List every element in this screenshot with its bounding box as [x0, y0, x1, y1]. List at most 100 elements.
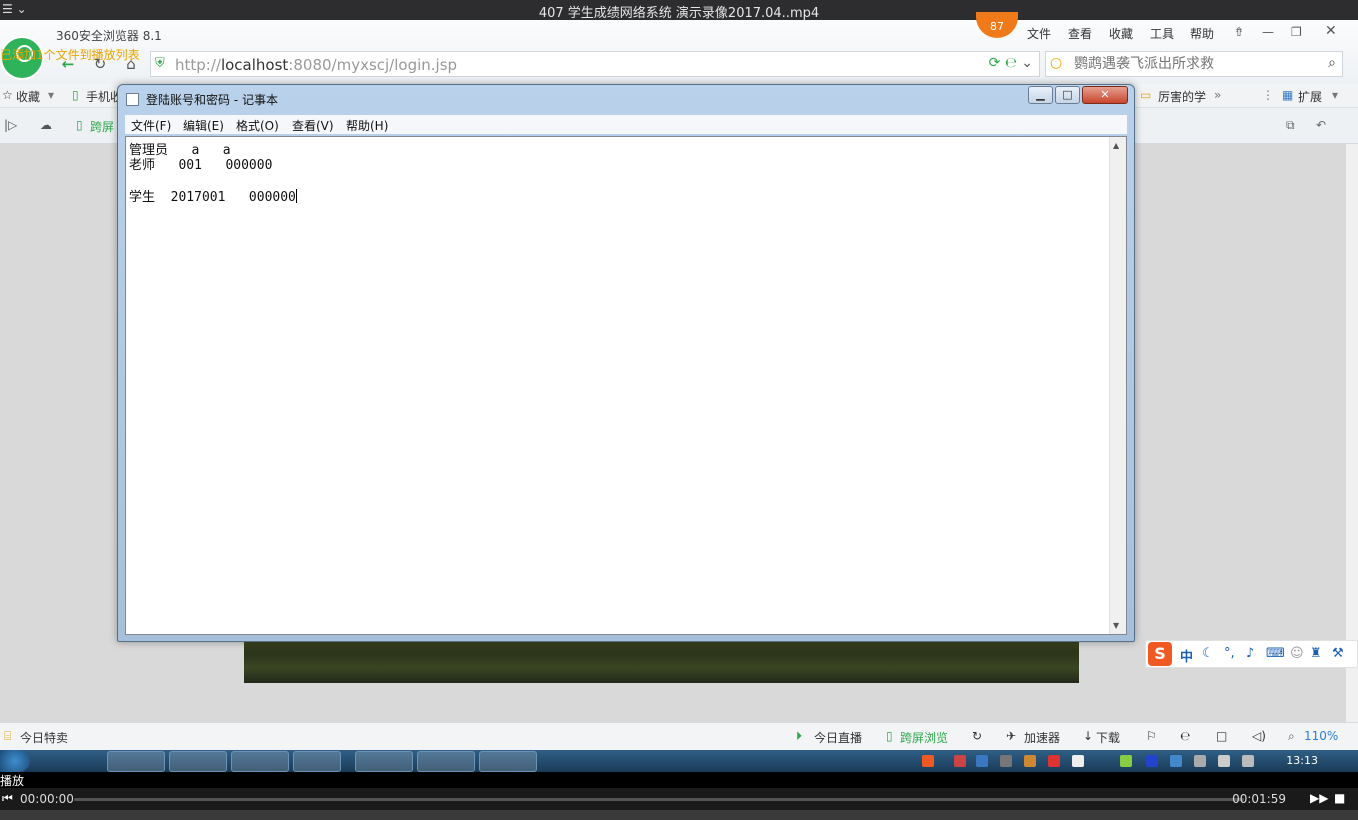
- scroll-up-icon[interactable]: ▲: [1113, 141, 1119, 150]
- back-icon[interactable]: ←: [57, 54, 79, 74]
- address-bar[interactable]: ⛨ http://localhost:8080/myxscj/login.jsp…: [150, 51, 1040, 77]
- tray-icon-6[interactable]: [1072, 755, 1084, 767]
- notepad-text-area[interactable]: 管理员 a a 老师 001 000000 学生 2017001 000000 …: [125, 136, 1127, 635]
- favorites-star-icon[interactable]: ☆: [2, 88, 13, 102]
- pin-icon[interactable]: ⇮: [1234, 25, 1244, 39]
- tray-icon-1[interactable]: [954, 755, 966, 767]
- notepad-menu-file[interactable]: 文件(F): [131, 117, 171, 134]
- player-title: 407 学生成绩网络系统 演示录像2017.04..mp4: [538, 6, 820, 21]
- tray-icon-2[interactable]: [976, 755, 988, 767]
- search-icon[interactable]: ⌕: [1328, 55, 1336, 71]
- tray-icon-8[interactable]: [1146, 755, 1158, 767]
- ie-taskbar-icon[interactable]: [44, 751, 102, 772]
- volume-icon[interactable]: [1218, 755, 1230, 767]
- extensions-chevron-icon[interactable]: ▾: [1332, 88, 1338, 102]
- phone-icon: ▯: [72, 88, 79, 102]
- minimize-icon[interactable]: —: [1262, 25, 1274, 39]
- text-line-4: 学生 2017001 000000: [129, 190, 296, 205]
- skin-icon[interactable]: ♜: [1310, 646, 1322, 661]
- cloud-icon[interactable]: ☁: [40, 118, 52, 132]
- refresh-status-icon[interactable]: ↻: [972, 729, 982, 743]
- taskbar-clock[interactable]: 13:13: [1286, 754, 1318, 767]
- prev-icon[interactable]: ⏮: [2, 791, 13, 806]
- moon-icon[interactable]: ☾: [1202, 646, 1214, 661]
- ime-mode[interactable]: 中: [1180, 646, 1193, 665]
- bookmark-favorites[interactable]: 收藏: [16, 88, 40, 105]
- tray-icon-4[interactable]: [1024, 755, 1036, 767]
- undo-close-icon[interactable]: ↶: [1316, 118, 1326, 132]
- url-text[interactable]: http://localhost:8080/myxscj/login.jsp: [175, 56, 457, 74]
- wrench-icon[interactable]: ⚒: [1332, 646, 1344, 661]
- notepad-minimize-button[interactable]: ▁: [1028, 86, 1053, 104]
- refresh-icon[interactable]: ↻: [89, 54, 111, 74]
- search-input[interactable]: [1074, 54, 1314, 74]
- home-icon[interactable]: ⌂: [120, 54, 142, 74]
- ie-icon[interactable]: ℮: [1180, 729, 1190, 743]
- flag-icon[interactable]: ⚐: [1146, 729, 1157, 743]
- tray-icon-7[interactable]: [1120, 755, 1132, 767]
- more-bookmarks-icon[interactable]: »: [1214, 88, 1221, 102]
- status-deals[interactable]: 今日特卖: [20, 729, 68, 746]
- sogou-tray-icon[interactable]: [922, 755, 934, 767]
- tab-list-icon[interactable]: ⧉: [1286, 118, 1295, 133]
- status-live[interactable]: 今日直播: [814, 729, 862, 746]
- menu-help[interactable]: 帮助: [1190, 25, 1214, 42]
- sidebar-toggle-icon[interactable]: |▷: [4, 118, 17, 132]
- menu-tools[interactable]: 工具: [1150, 25, 1174, 42]
- sound-icon[interactable]: ◁): [1252, 729, 1266, 743]
- stop-icon[interactable]: ■: [1334, 791, 1345, 805]
- tab-cross-screen[interactable]: 跨屏: [90, 118, 114, 135]
- notepad-menu-help[interactable]: 帮助(H): [346, 117, 388, 134]
- notepad-menu-view[interactable]: 查看(V): [292, 117, 334, 134]
- address-tools-icon[interactable]: ⟳ ℮ ⌄: [989, 55, 1033, 71]
- notepad-close-button[interactable]: ✕: [1082, 86, 1128, 104]
- tray-icon-9[interactable]: [1194, 755, 1206, 767]
- browser-taskbar-button[interactable]: [107, 751, 165, 772]
- qq-taskbar-button[interactable]: [293, 751, 341, 772]
- notepad-titlebar[interactable]: 登陆账号和密码 - 记事本 ▁ □ ✕: [118, 85, 1134, 113]
- page-scrollbar[interactable]: [1345, 144, 1358, 722]
- text-line-4-wrap: 学生 2017001 000000: [129, 186, 297, 205]
- extensions-button[interactable]: 扩展: [1298, 88, 1322, 105]
- keyboard-icon[interactable]: ⌨: [1266, 646, 1285, 661]
- menu-view[interactable]: 查看: [1068, 25, 1092, 42]
- notepad-maximize-button[interactable]: □: [1055, 86, 1080, 104]
- notepad-taskbar-button[interactable]: [479, 751, 537, 772]
- restore-icon[interactable]: ❐: [1291, 25, 1302, 39]
- browser-name: 360安全浏览器 8.1: [56, 29, 162, 43]
- search-box[interactable]: ○ ⌕: [1045, 51, 1343, 77]
- close-icon[interactable]: ✕: [1325, 23, 1337, 39]
- excel-taskbar-button[interactable]: [231, 751, 289, 772]
- scroll-down-icon[interactable]: ▼: [1113, 621, 1119, 630]
- notepad-title: 登陆账号和密码 - 记事本: [146, 93, 278, 107]
- window-icon[interactable]: □: [1216, 729, 1227, 743]
- zoom-level[interactable]: 110%: [1304, 729, 1338, 743]
- notepad-menu-edit[interactable]: 编辑(E): [183, 117, 224, 134]
- punctuation-icon[interactable]: °,: [1224, 646, 1235, 661]
- sogou-logo-icon[interactable]: S: [1148, 642, 1172, 666]
- start-button[interactable]: [0, 750, 30, 772]
- network-icon[interactable]: [1170, 755, 1182, 767]
- tray-icon-10[interactable]: [1242, 755, 1254, 767]
- user-icon[interactable]: ☺: [1290, 646, 1304, 661]
- notepad-scrollbar[interactable]: ▲ ▼: [1109, 137, 1126, 634]
- notepad-menu-format[interactable]: 格式(O): [236, 117, 279, 134]
- seek-bar[interactable]: [74, 798, 1244, 801]
- status-download[interactable]: 下载: [1096, 729, 1120, 746]
- menu-favorites[interactable]: 收藏: [1109, 25, 1133, 42]
- bookmark-folder[interactable]: 厉害的学: [1158, 88, 1206, 105]
- chevron-down-icon[interactable]: ▾: [48, 88, 54, 102]
- status-accelerator[interactable]: 加速器: [1024, 729, 1060, 746]
- play-icon[interactable]: ▶▶: [1310, 791, 1328, 805]
- tray-icon-3[interactable]: [1000, 755, 1012, 767]
- microphone-icon[interactable]: ♪: [1246, 646, 1254, 661]
- menu-file[interactable]: 文件: [1027, 25, 1051, 42]
- notepad-menubar: 文件(F) 编辑(E) 格式(O) 查看(V) 帮助(H): [125, 115, 1127, 134]
- eclipse-taskbar-button[interactable]: [355, 751, 413, 772]
- notepad-icon: [126, 93, 139, 106]
- status-cross-screen[interactable]: 跨屏浏览: [900, 729, 948, 746]
- explorer-taskbar-button[interactable]: [169, 751, 227, 772]
- tray-icon-5[interactable]: [1048, 755, 1060, 767]
- search-engine-icon[interactable]: ○: [1050, 55, 1062, 71]
- files-taskbar-button[interactable]: [417, 751, 475, 772]
